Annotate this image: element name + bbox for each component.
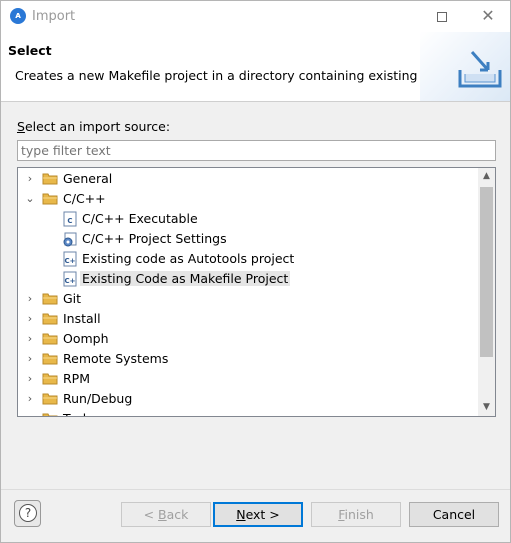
tree-item[interactable]: › Oomph	[18, 329, 478, 349]
wizard-banner: Select Creates a new Makefile project in…	[1, 32, 510, 101]
page-title: Select	[8, 43, 52, 58]
import-wizard-icon	[458, 51, 502, 88]
chevron-right-icon[interactable]: ›	[24, 173, 36, 185]
tree-item[interactable]: › Install	[18, 309, 478, 329]
folder-icon	[42, 332, 58, 345]
tree-item-label: Remote Systems	[63, 351, 169, 366]
next-button[interactable]: Next >	[213, 502, 303, 527]
button-bar-separator	[1, 489, 510, 490]
close-icon: ✕	[481, 6, 495, 25]
tree-item-label: Run/Debug	[63, 391, 133, 406]
chevron-right-icon[interactable]: ›	[24, 333, 36, 345]
folder-icon	[42, 412, 58, 416]
banner-separator	[1, 101, 510, 102]
filter-input[interactable]	[17, 140, 496, 161]
chevron-right-icon[interactable]: ›	[24, 393, 36, 405]
chevron-right-icon[interactable]: ›	[24, 293, 36, 305]
project-settings-icon	[62, 231, 78, 247]
help-icon: ?	[19, 504, 37, 522]
tree-item[interactable]: › Run/Debug	[18, 389, 478, 409]
folder-icon	[42, 192, 58, 205]
tree-item[interactable]: › Tasks	[18, 409, 478, 417]
tree-item-label: Install	[63, 311, 101, 326]
eclipse-icon: ᴀ	[10, 8, 26, 24]
back-button[interactable]: < Back	[121, 502, 211, 527]
tree-item-label: C/C++	[63, 191, 106, 206]
tree-item-label: C/C++ Project Settings	[82, 231, 227, 246]
folder-icon	[42, 172, 58, 185]
vertical-scrollbar[interactable]: ▲ ▼	[478, 168, 495, 416]
folder-icon	[42, 352, 58, 365]
tree-item[interactable]: C/C++ Project Settings	[18, 229, 478, 249]
maximize-icon	[437, 11, 447, 22]
title-bar[interactable]: ᴀ Import ✕	[1, 1, 510, 32]
folder-icon	[42, 312, 58, 325]
chevron-down-icon[interactable]: ⌄	[24, 193, 36, 205]
tree-item-label: Existing code as Autotools project	[82, 251, 295, 266]
svg-text:C+: C+	[64, 257, 75, 265]
import-source-tree[interactable]: › General ⌄ C/C++ C C/C++ Executable C/C++ Pro…	[17, 167, 496, 417]
close-button[interactable]: ✕	[471, 1, 505, 32]
chevron-right-icon[interactable]: ›	[24, 353, 36, 365]
tree-item-label: Oomph	[63, 331, 109, 346]
tree-item[interactable]: C+ Existing code as Autotools project	[18, 249, 478, 269]
tree-item-label: Git	[63, 291, 82, 306]
folder-icon	[42, 372, 58, 385]
cpp-file-icon: C+	[62, 251, 78, 267]
import-dialog: ᴀ Import ✕ Select Creates a new Makefile…	[0, 0, 511, 543]
tree-item-label: C/C++ Executable	[82, 211, 198, 226]
tree-item[interactable]: › Remote Systems	[18, 349, 478, 369]
tree-item[interactable]: › Git	[18, 289, 478, 309]
tree-item-label: RPM	[63, 371, 91, 386]
cancel-button[interactable]: Cancel	[409, 502, 499, 527]
page-description: Creates a new Makefile project in a dire…	[15, 68, 452, 83]
window-title: Import	[32, 9, 76, 24]
c-executable-icon: C	[62, 211, 78, 227]
folder-icon	[42, 392, 58, 405]
cpp-file-icon: C+	[62, 271, 78, 287]
banner-graphic	[420, 32, 510, 101]
scrollbar-thumb[interactable]	[480, 187, 493, 357]
help-button[interactable]: ?	[14, 500, 41, 527]
chevron-right-icon[interactable]: ›	[24, 313, 36, 325]
chevron-right-icon[interactable]: ›	[24, 413, 36, 417]
tree-item[interactable]: › General	[18, 169, 478, 189]
import-source-label: Select an import source:	[17, 119, 171, 134]
tree-item-label: Existing Code as Makefile Project	[80, 271, 291, 286]
scroll-down-icon[interactable]: ▼	[478, 399, 495, 416]
tree-item[interactable]: › RPM	[18, 369, 478, 389]
maximize-button[interactable]	[425, 1, 459, 32]
folder-icon	[42, 292, 58, 305]
svg-text:C+: C+	[64, 277, 75, 285]
svg-text:C: C	[67, 217, 72, 225]
tree-item[interactable]: C C/C++ Executable	[18, 209, 478, 229]
tree-item[interactable]: ⌄ C/C++	[18, 189, 478, 209]
chevron-right-icon[interactable]: ›	[24, 373, 36, 385]
scroll-up-icon[interactable]: ▲	[478, 168, 495, 185]
tree-item[interactable]: C+ Existing Code as Makefile Project	[18, 269, 478, 289]
tree-item-label: General	[63, 171, 113, 186]
tree-item-label: Tasks	[63, 411, 97, 416]
finish-button[interactable]: Finish	[311, 502, 401, 527]
